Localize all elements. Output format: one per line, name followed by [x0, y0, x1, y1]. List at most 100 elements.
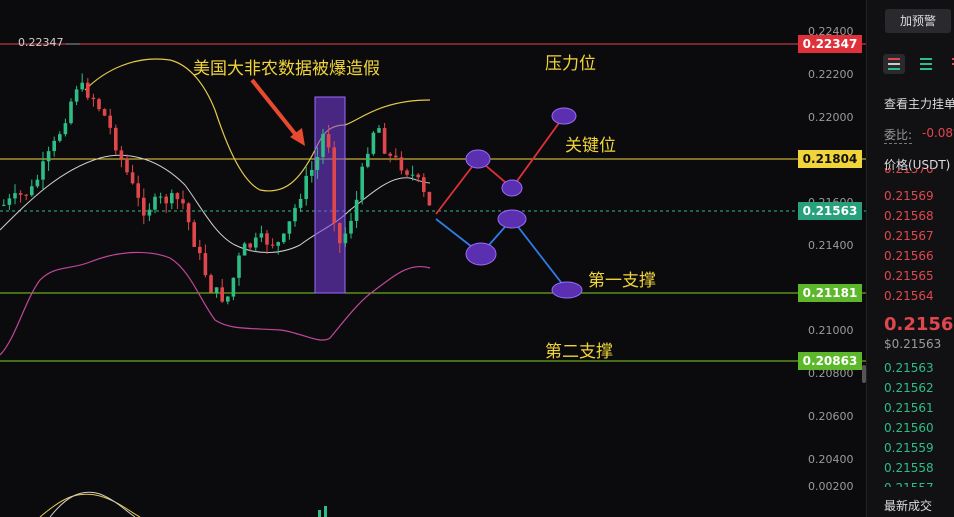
order-book-bids-icon[interactable] [915, 54, 937, 74]
candle-body [332, 147, 336, 224]
price-chart[interactable]: 0.22347 0.22400 0.22200 0.22000 0.21600 … [0, 0, 866, 517]
y-axis-label: 0.21000 [808, 324, 854, 337]
resistance-annotation: 压力位 [545, 54, 596, 74]
candle-body [142, 197, 146, 216]
candle-body [2, 204, 6, 206]
last-price: 0.21563 [884, 314, 954, 335]
bid-price[interactable]: 0.21559 [884, 441, 934, 455]
candle-body [186, 203, 191, 223]
candle-body [147, 209, 152, 216]
candle-body [119, 150, 124, 159]
candle-body [326, 134, 331, 148]
bid-price[interactable]: 0.21562 [884, 381, 934, 395]
candle-body [254, 237, 258, 248]
recent-trades-tab[interactable]: 最新成交 [884, 497, 932, 514]
candle-body [91, 97, 96, 100]
candle-body [220, 287, 224, 302]
candle-body [18, 193, 23, 195]
candle-body [399, 157, 404, 171]
last-price-usd: $0.21563 [884, 337, 942, 351]
candle-body [192, 222, 196, 247]
y-axis-label: 0.00200 [808, 480, 854, 493]
order-book-asks-icon[interactable] [947, 54, 954, 74]
scenario-node [465, 149, 491, 169]
y-axis-label: 0.20400 [808, 453, 854, 466]
candle-body [377, 128, 381, 133]
order-book-both-icon[interactable] [883, 54, 905, 74]
candle-body [304, 175, 308, 199]
candle-body [181, 199, 185, 204]
candle-body [388, 153, 392, 156]
candle-body [416, 174, 420, 178]
chart-canvas[interactable] [0, 0, 866, 517]
candle-body [270, 244, 275, 246]
candle-body [338, 223, 342, 244]
candle-body [58, 134, 62, 141]
high-price-label: 0.22347 [18, 36, 64, 49]
ask-price[interactable]: 0.21567 [884, 229, 934, 243]
candle-body [315, 157, 320, 170]
main-orders-title[interactable]: 查看主力挂单 [884, 95, 954, 112]
bid-price[interactable]: 0.21557 [884, 481, 934, 487]
bearish-scenario-path [435, 217, 568, 291]
scenario-node [551, 281, 583, 299]
news-highlight-box [314, 96, 346, 294]
candle-body [321, 134, 325, 158]
support2-price-tag: 0.20863 [798, 352, 862, 370]
candle-body [214, 287, 219, 293]
candle-body [226, 296, 230, 302]
candle-body [7, 198, 12, 205]
indicator-line-1 [39, 493, 141, 517]
candle-body [265, 233, 269, 245]
candle-body [30, 186, 34, 196]
candle-body [130, 172, 135, 184]
candle-body [136, 183, 140, 198]
candle-body [209, 275, 213, 293]
candle-body [108, 115, 112, 128]
candle-body [74, 89, 79, 102]
candle-body [354, 199, 359, 221]
candle-body [158, 196, 163, 198]
ask-price[interactable]: 0.21569 [884, 189, 934, 203]
candle-body [248, 243, 252, 248]
ask-price[interactable]: 0.21570 [884, 168, 934, 178]
current-price-tag: 0.21563 [798, 202, 862, 220]
candle-body [24, 194, 28, 196]
bid-price[interactable]: 0.21561 [884, 401, 934, 415]
candle-body [237, 255, 241, 278]
add-alert-button[interactable]: 加预警 [885, 9, 951, 33]
ask-price[interactable]: 0.21564 [884, 289, 934, 303]
bid-price[interactable]: 0.21558 [884, 461, 934, 475]
candle-body [198, 246, 202, 254]
ratio-underline [884, 143, 912, 144]
ask-price[interactable]: 0.21568 [884, 209, 934, 223]
y-axis-label: 0.20600 [808, 410, 854, 423]
candle-body [164, 196, 168, 204]
candle-body [63, 123, 68, 135]
candle-body [35, 179, 40, 187]
support1-price-tag: 0.21181 [798, 284, 862, 302]
candle-body [41, 161, 45, 180]
candle-body [52, 140, 56, 152]
resistance-price-tag: 0.22347 [798, 35, 862, 53]
bid-price[interactable]: 0.21560 [884, 421, 934, 435]
candle-body [298, 198, 303, 208]
candle-body [293, 207, 297, 222]
candle-body [242, 243, 247, 256]
candle-body [276, 242, 280, 246]
candle-body [86, 82, 90, 98]
y-axis-label: 0.21400 [808, 239, 854, 252]
bullish-scenario-path [435, 115, 565, 215]
candle-body [410, 174, 415, 176]
ask-price[interactable]: 0.21565 [884, 269, 934, 283]
candle-body [360, 166, 364, 200]
scenario-node [465, 242, 497, 266]
candle-body [231, 277, 236, 297]
candle-body [405, 170, 409, 175]
candle-body [125, 158, 129, 173]
ask-price[interactable]: 0.21566 [884, 249, 934, 263]
bid-price[interactable]: 0.21563 [884, 361, 934, 375]
candle-body [310, 169, 314, 176]
candlestick-series [2, 73, 432, 305]
candle-body [422, 177, 426, 192]
